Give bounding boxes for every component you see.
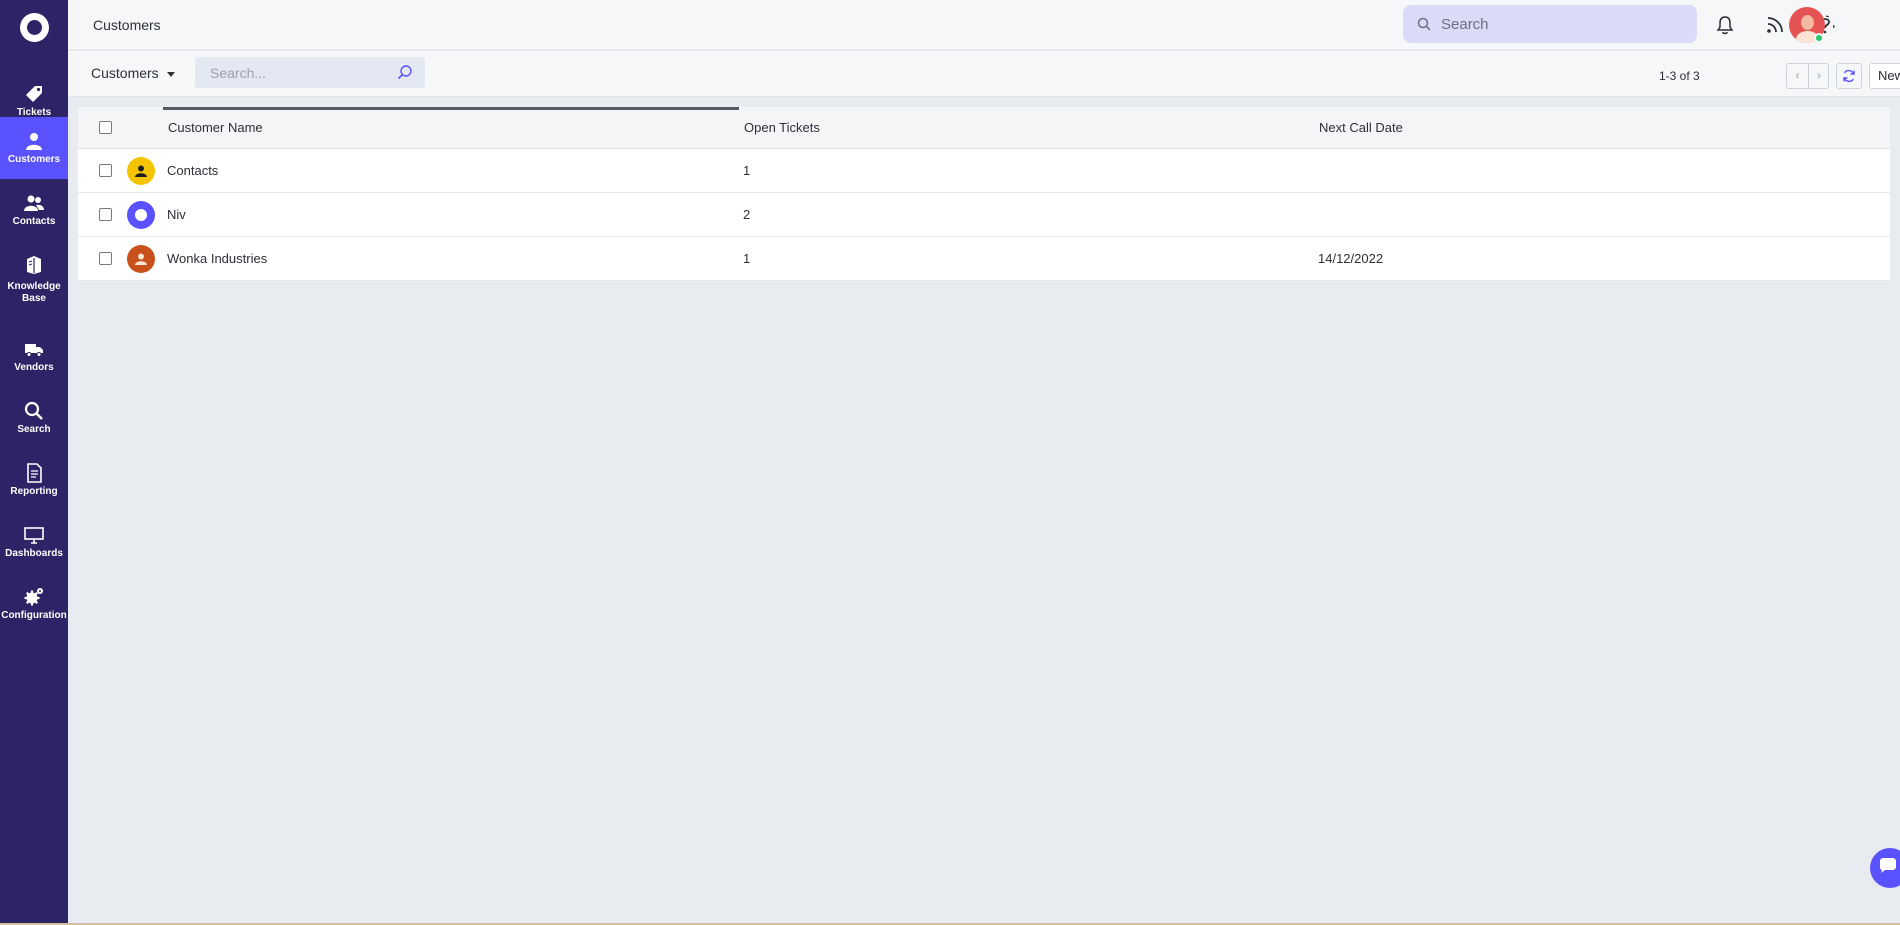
list-toolbar: Customers 1-3 of 3 ‹ › New ••• xyxy=(68,51,1900,97)
sidebar-item-vendors[interactable]: Vendors xyxy=(0,325,68,387)
sidebar-item-label: Reporting xyxy=(10,486,58,497)
global-search[interactable] xyxy=(1403,5,1697,43)
table-header: Customer Name Open Tickets Next Call Dat… xyxy=(78,107,1890,149)
sidebar-item-customers[interactable]: Customers xyxy=(0,117,68,179)
table-row[interactable]: Wonka Industries 1 14/12/2022 xyxy=(78,237,1890,281)
page-title: Customers xyxy=(93,17,161,33)
tag-icon xyxy=(26,86,42,102)
sidebar-item-dashboards[interactable]: Dashboards xyxy=(0,511,68,573)
rss-feed-icon[interactable] xyxy=(1764,14,1786,36)
person-icon xyxy=(135,165,147,177)
global-search-input[interactable] xyxy=(1441,14,1681,34)
sidebar: Tickets Customers Contacts Knowledge Bas… xyxy=(0,0,68,925)
search-icon[interactable] xyxy=(397,64,413,80)
gear-icon xyxy=(24,588,43,606)
search-icon xyxy=(24,401,43,420)
table-row[interactable]: Contacts 1 xyxy=(78,149,1890,193)
pagination-controls: ‹ › xyxy=(1786,63,1829,89)
report-icon xyxy=(27,463,42,483)
row-checkbox[interactable] xyxy=(99,164,112,177)
list-search[interactable] xyxy=(195,57,425,88)
avatar-face xyxy=(1801,15,1814,30)
sidebar-item-label: Customers xyxy=(7,154,61,165)
next-call-date: 14/12/2022 xyxy=(1318,251,1384,266)
app-logo[interactable] xyxy=(20,13,49,42)
sidebar-item-label: Knowledge Base xyxy=(7,281,61,304)
column-header-open-tickets[interactable]: Open Tickets xyxy=(744,120,820,135)
monitor-icon xyxy=(24,527,44,544)
sidebar-item-label: Vendors xyxy=(14,362,54,373)
customer-name[interactable]: Niv xyxy=(167,207,186,222)
next-page-button[interactable]: › xyxy=(1808,64,1829,88)
customer-avatar xyxy=(127,245,155,273)
sidebar-item-contacts[interactable]: Contacts xyxy=(0,179,68,241)
refresh-button[interactable] xyxy=(1836,63,1862,89)
chat-bubble-icon xyxy=(1880,858,1896,873)
contacts-icon xyxy=(24,195,44,211)
customers-table: Customer Name Open Tickets Next Call Dat… xyxy=(78,107,1890,281)
customer-avatar xyxy=(127,201,155,229)
row-checkbox[interactable] xyxy=(99,252,112,265)
sidebar-item-configuration[interactable]: Configuration xyxy=(0,573,68,635)
column-header-next-call-date[interactable]: Next Call Date xyxy=(1319,120,1403,135)
row-checkbox[interactable] xyxy=(99,208,112,221)
open-tickets-count: 1 xyxy=(743,251,751,266)
book-icon xyxy=(27,256,41,274)
customer-name[interactable]: Wonka Industries xyxy=(167,251,267,266)
column-header-customer-name[interactable]: Customer Name xyxy=(168,120,263,135)
open-tickets-count: 1 xyxy=(743,163,751,178)
truck-icon xyxy=(25,344,43,357)
refresh-icon xyxy=(1843,69,1855,83)
online-status-indicator xyxy=(1814,33,1824,43)
sidebar-item-label: Dashboards xyxy=(5,548,63,559)
search-icon xyxy=(1417,17,1431,31)
previous-page-button[interactable]: ‹ xyxy=(1787,64,1808,88)
view-selector[interactable]: Customers xyxy=(91,65,159,81)
person-icon xyxy=(135,253,147,265)
column-resize-indicator xyxy=(163,107,739,110)
notifications-bell-icon[interactable] xyxy=(1714,14,1736,36)
sidebar-item-label: Configuration xyxy=(1,610,67,621)
customer-avatar xyxy=(127,157,155,185)
sidebar-item-search[interactable]: Search xyxy=(0,387,68,449)
sidebar-item-knowledge-base[interactable]: Knowledge Base xyxy=(0,245,68,307)
sidebar-item-label: Contacts xyxy=(12,216,56,227)
customer-name[interactable]: Contacts xyxy=(167,163,218,178)
chevron-down-icon[interactable] xyxy=(167,72,175,77)
list-search-input[interactable] xyxy=(210,64,390,82)
table-row[interactable]: Niv 2 xyxy=(78,193,1890,237)
sidebar-item-label: Search xyxy=(17,424,51,435)
top-bar: Customers xyxy=(68,0,1900,50)
open-tickets-count: 2 xyxy=(743,207,751,222)
customer-icon xyxy=(26,133,42,150)
logo-ring-icon xyxy=(135,209,147,221)
sidebar-item-reporting[interactable]: Reporting xyxy=(0,449,68,511)
new-customer-button[interactable]: New xyxy=(1869,63,1900,89)
chat-launcher-button[interactable] xyxy=(1870,848,1900,888)
pagination-count: 1-3 of 3 xyxy=(1659,69,1700,83)
select-all-checkbox[interactable] xyxy=(99,121,112,134)
